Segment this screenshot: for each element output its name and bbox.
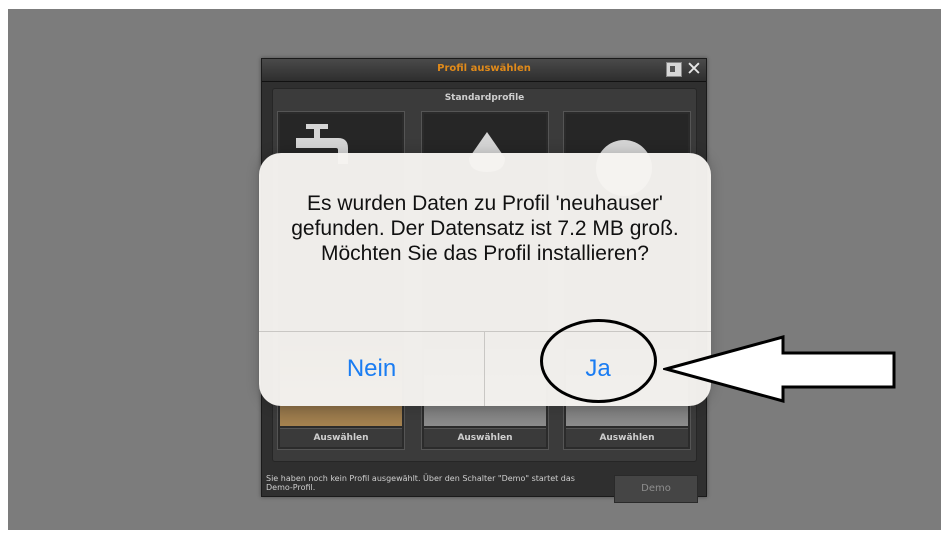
close-icon[interactable]: ✕ [685,59,703,79]
select-button[interactable]: Auswählen [566,428,688,447]
demo-button[interactable]: Demo [614,475,698,503]
footer-message: Sie haben noch kein Profil ausgewählt. Ü… [266,474,575,492]
app-screen: Profil auswählen ✕ Standardprofile Auswä… [8,9,941,530]
alert-message: Es wurden Daten zu Profil 'neuhauser' ge… [291,192,679,265]
window-titlebar: Profil auswählen ✕ [262,59,706,82]
select-button[interactable]: Auswählen [280,428,402,447]
no-button[interactable]: Nein [259,332,484,406]
window-title: Profil auswählen [437,63,531,74]
pointer-arrow-annotation [663,335,896,403]
help-icon[interactable] [666,62,682,77]
highlight-circle-annotation [540,319,657,403]
select-button[interactable]: Auswählen [424,428,546,447]
standard-profiles-title: Standardprofile [444,93,525,103]
